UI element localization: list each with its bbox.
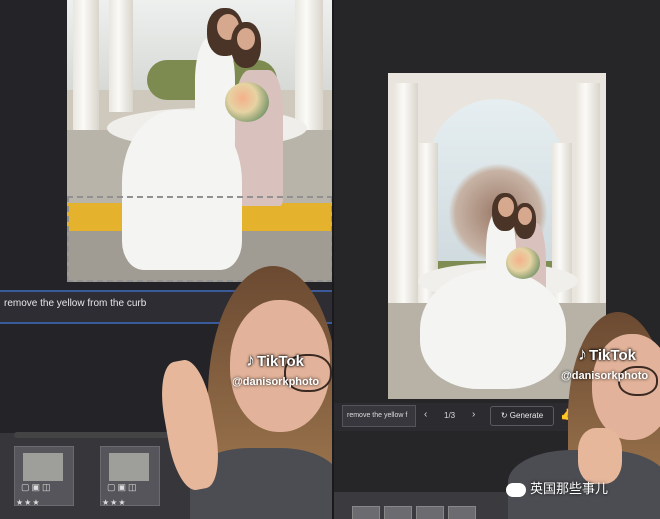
filmstrip-thumbnail[interactable]: ▢▣◫ [14,446,74,506]
variation-page-indicator: 1/3 [444,411,456,420]
filmstrip-thumbnail[interactable] [416,506,444,519]
thumbnail-rating: ★★★ [16,498,41,507]
generate-prompt-input[interactable]: remove the yellow f [342,405,416,427]
thumbnail-rating: ★★★ [102,498,127,507]
refresh-icon: ↻ [500,411,508,420]
thumbnail-tool-icons: ▢▣◫ [107,482,139,492]
next-variation-button[interactable]: › [472,409,475,420]
tiktok-watermark: ♪ TikTok [578,344,636,364]
wechat-icon [506,482,526,497]
tiktok-icon: ♪ [246,350,255,370]
watermark-text: 英国那些事儿 [530,481,609,496]
filmstrip-thumbnail[interactable] [384,506,412,519]
filmstrip-thumbnail[interactable]: ▢▣◫ [100,446,160,506]
previous-variation-button[interactable]: ‹ [424,409,427,420]
prompt-input-text[interactable]: remove the yellow from the curb [4,298,146,309]
source-watermark: 英国那些事儿 [506,478,608,497]
presenter-left [160,262,334,519]
thumbnail-tool-icons: ▢▣◫ [21,482,53,492]
tiktok-icon: ♪ [578,344,587,364]
tiktok-handle: @danisorkphoto [561,370,649,382]
filmstrip-thumbnail[interactable] [352,506,380,519]
filmstrip-thumbnail[interactable] [448,506,476,519]
tiktok-watermark: ♪ TikTok [246,350,304,370]
tiktok-handle: @danisorkphoto [232,376,320,388]
